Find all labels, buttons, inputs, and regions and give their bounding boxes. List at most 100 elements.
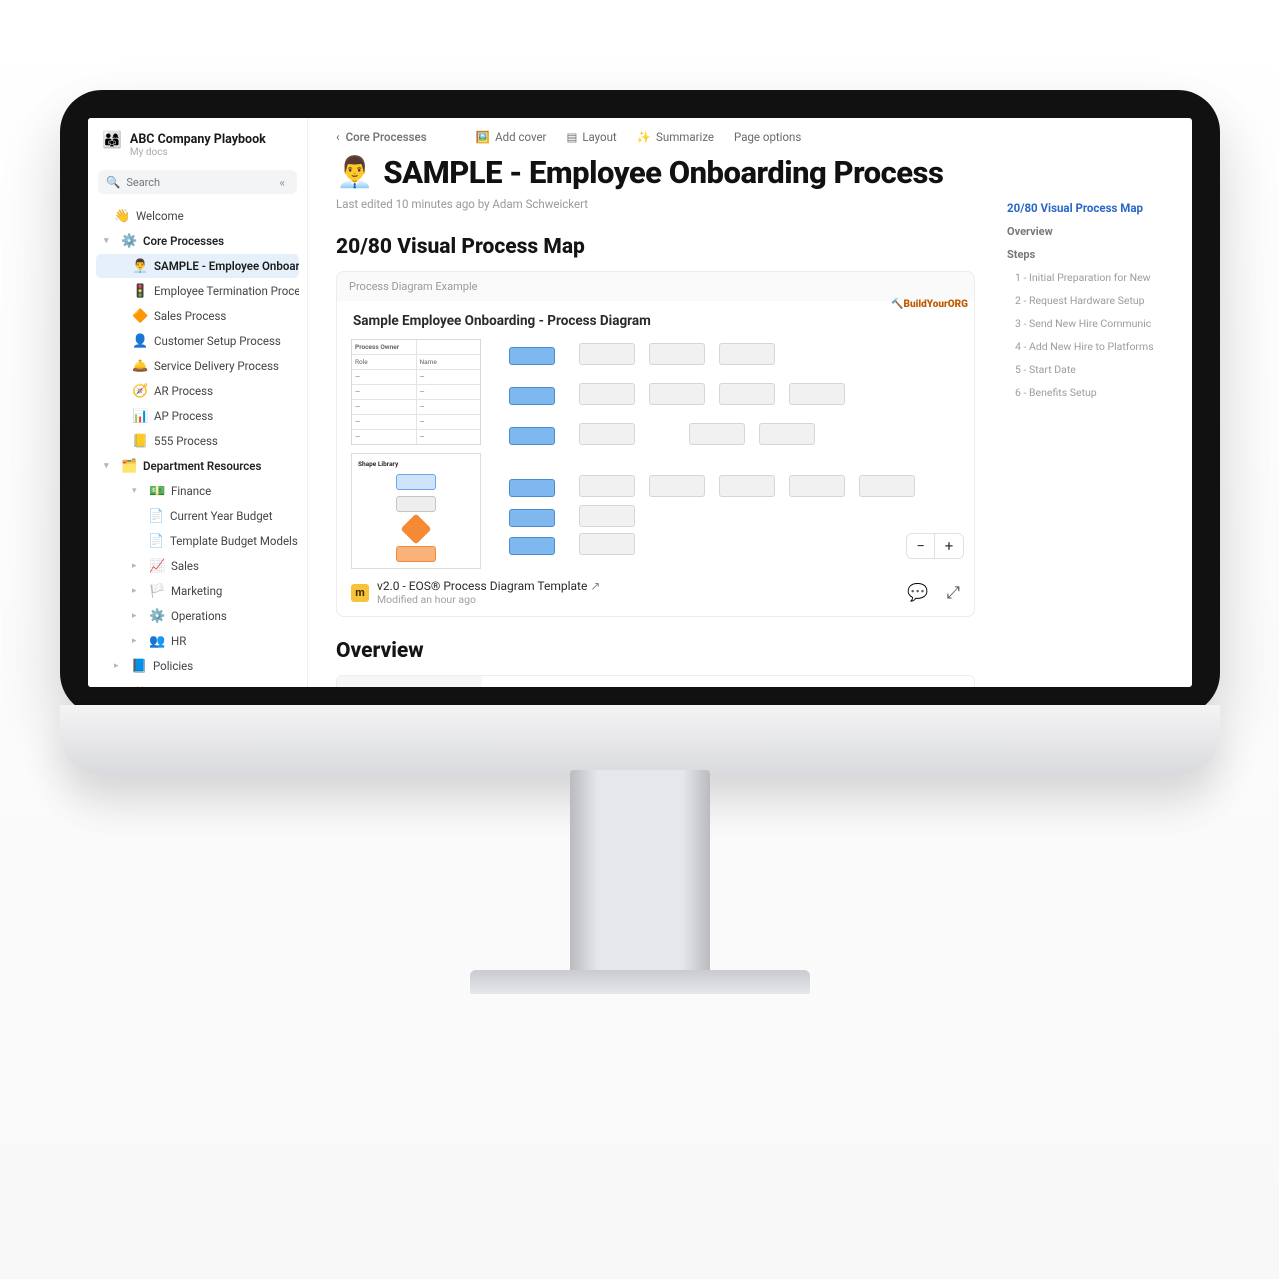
outline-step-3[interactable]: 3 - Send New Hire Communic [1005, 312, 1176, 335]
nav-marketing[interactable]: ▸🏳️Marketing [96, 579, 299, 603]
nav-core-item-3[interactable]: 👤Customer Setup Process [96, 329, 299, 353]
zoom-out-button[interactable]: − [907, 534, 935, 558]
outline-step-6[interactable]: 6 - Benefits Setup [1005, 381, 1176, 404]
nav-finance-item-0[interactable]: 📄Current Year Budget [96, 504, 299, 528]
chevron-right-icon: ▸ [132, 586, 142, 596]
legend-table: Process Owner RoleName —— —— —— —— —— [351, 339, 481, 445]
outline-step-4[interactable]: 4 - Add New Hire to Platforms [1005, 335, 1176, 358]
gear-icon: ⚙️ [149, 609, 164, 624]
embed-caption: Process Diagram Example [337, 272, 974, 301]
collapse-sidebar-button[interactable]: « [276, 176, 290, 189]
overview-table: Process Owner Human Resources - Steve [336, 675, 975, 687]
sidebar: 👨‍👩‍👧 ABC Company Playbook My docs 🔍 « 👋… [88, 118, 308, 687]
page-icon: 📄 [148, 509, 163, 524]
chevron-right-icon: ▸ [114, 661, 124, 671]
nav-operations[interactable]: ▸⚙️Operations [96, 604, 299, 628]
nav-tree: 👋 Welcome ▾ ⚙️ Core Processes 👨‍💼SAMPLE … [96, 204, 299, 687]
flow-lanes [499, 339, 960, 559]
section-overview-heading: Overview [336, 639, 975, 663]
page-title[interactable]: SAMPLE - Employee Onboarding Process [383, 154, 943, 191]
folder-icon: 🗂️ [121, 459, 136, 474]
nav-core-item-2[interactable]: 🔶Sales Process [96, 304, 299, 328]
nav-welcome[interactable]: 👋 Welcome [96, 204, 299, 228]
diagram-canvas[interactable]: Process Owner RoleName —— —— —— —— —— [351, 339, 960, 559]
expand-icon[interactable]: ⤢ [946, 583, 960, 603]
nav-new-page[interactable]: +New page [96, 679, 299, 687]
people-icon: 👥 [149, 634, 164, 649]
search-field[interactable]: 🔍 « [98, 170, 297, 194]
zoom-in-button[interactable]: + [935, 534, 963, 558]
last-edited-label: Last edited 10 minutes ago by Adam Schwe… [336, 191, 975, 231]
miro-icon: m [351, 584, 369, 602]
chevron-left-icon: ‹ [336, 130, 340, 144]
chart-icon: 📈 [149, 559, 164, 574]
page-icon: 📄 [148, 534, 163, 549]
nav-core-item-1[interactable]: 🚦Employee Termination Process [96, 279, 299, 303]
overview-row-owner: Process Owner Human Resources - Steve [337, 676, 974, 687]
plus-icon: + [114, 684, 129, 688]
search-icon: 🔍 [106, 175, 120, 189]
flag-icon: 🏳️ [149, 584, 164, 599]
diagram-title: Sample Employee Onboarding - Process Dia… [351, 311, 960, 339]
summarize-button[interactable]: ✨Summarize [637, 130, 714, 144]
add-cover-button[interactable]: 🖼️Add cover [476, 130, 547, 144]
nav-finance[interactable]: ▾ 💵 Finance [96, 479, 299, 503]
nav-finance-item-1[interactable]: 📄Template Budget Models [96, 529, 299, 553]
page-options-button[interactable]: Page options [734, 130, 801, 144]
chevron-right-icon: ▸ [132, 611, 142, 621]
embed-footer: m v2.0 - EOS® Process Diagram Template ↗… [337, 569, 974, 616]
nav-hr[interactable]: ▸👥HR [96, 629, 299, 653]
process-diagram-embed: Process Diagram Example Sample Employee … [336, 271, 975, 617]
search-input[interactable] [126, 176, 269, 189]
chevron-right-icon: ▸ [132, 636, 142, 646]
chevron-right-icon: ▸ [132, 561, 142, 571]
page-emoji[interactable]: 👨‍💼 [336, 155, 373, 190]
embed-modified-label: Modified an hour ago [377, 593, 600, 606]
outline-item-overview[interactable]: Overview [1005, 220, 1176, 243]
nav-core-item-6[interactable]: 📊AP Process [96, 404, 299, 428]
workspace-header[interactable]: 👨‍👩‍👧 ABC Company Playbook My docs [96, 128, 299, 166]
embed-link-title[interactable]: v2.0 - EOS® Process Diagram Template [377, 579, 587, 593]
main-content: ‹Core Processes 🖼️Add cover ▤Layout ✨Sum… [308, 118, 997, 687]
gear-icon: ⚙️ [121, 234, 136, 249]
embed-body[interactable]: Sample Employee Onboarding - Process Dia… [337, 301, 974, 569]
overview-owner-key: Process Owner [337, 676, 482, 687]
overview-owner-value[interactable]: Human Resources - Steve [482, 676, 974, 687]
money-icon: 💵 [149, 484, 164, 499]
chevron-down-icon: ▾ [104, 236, 114, 246]
comment-icon[interactable]: 💬 [907, 583, 928, 603]
wave-icon: 👋 [114, 209, 129, 224]
book-icon: 📘 [131, 659, 146, 674]
outline-step-2[interactable]: 2 - Request Hardware Setup [1005, 289, 1176, 312]
page-title-row: 👨‍💼 SAMPLE - Employee Onboarding Process [336, 154, 975, 191]
page-toolbar: ‹Core Processes 🖼️Add cover ▤Layout ✨Sum… [336, 128, 975, 154]
layout-button[interactable]: ▤Layout [566, 130, 616, 144]
sparkle-icon: ✨ [637, 130, 651, 144]
outline-item-map[interactable]: 20/80 Visual Process Map [1005, 196, 1176, 220]
chevron-down-icon: ▾ [132, 486, 142, 496]
nav-core-item-7[interactable]: 📒555 Process [96, 429, 299, 453]
watermark: 🔨BuildYourORG [891, 299, 968, 310]
shape-library: Shape Library [351, 453, 481, 569]
workspace-icon: 👨‍👩‍👧 [102, 132, 122, 148]
nav-dept-resources[interactable]: ▾ 🗂️ Department Resources [96, 454, 299, 478]
section-map-heading: 20/80 Visual Process Map [336, 235, 975, 259]
nav-core-processes[interactable]: ▾ ⚙️ Core Processes [96, 229, 299, 253]
external-link-icon[interactable]: ↗ [590, 579, 600, 593]
zoom-controls: − + [906, 533, 964, 559]
outline-item-steps[interactable]: Steps [1005, 243, 1176, 266]
outline-step-1[interactable]: 1 - Initial Preparation for New [1005, 266, 1176, 289]
outline-panel: 20/80 Visual Process Map Overview Steps … [997, 118, 1192, 687]
layout-icon: ▤ [566, 130, 577, 144]
outline-step-5[interactable]: 5 - Start Date [1005, 358, 1176, 381]
workspace-subtitle: My docs [130, 147, 266, 158]
nav-core-item-0[interactable]: 👨‍💼SAMPLE - Employee Onboarding Proce [96, 254, 299, 278]
nav-core-item-5[interactable]: 🧭AR Process [96, 379, 299, 403]
nav-core-item-4[interactable]: 🛎️Service Delivery Process [96, 354, 299, 378]
image-icon: 🖼️ [476, 130, 490, 144]
breadcrumb-back[interactable]: ‹Core Processes [336, 130, 427, 144]
nav-sales[interactable]: ▸📈Sales [96, 554, 299, 578]
nav-policies[interactable]: ▸📘Policies [96, 654, 299, 678]
workspace-title: ABC Company Playbook [130, 132, 266, 147]
chevron-down-icon: ▾ [104, 461, 114, 471]
